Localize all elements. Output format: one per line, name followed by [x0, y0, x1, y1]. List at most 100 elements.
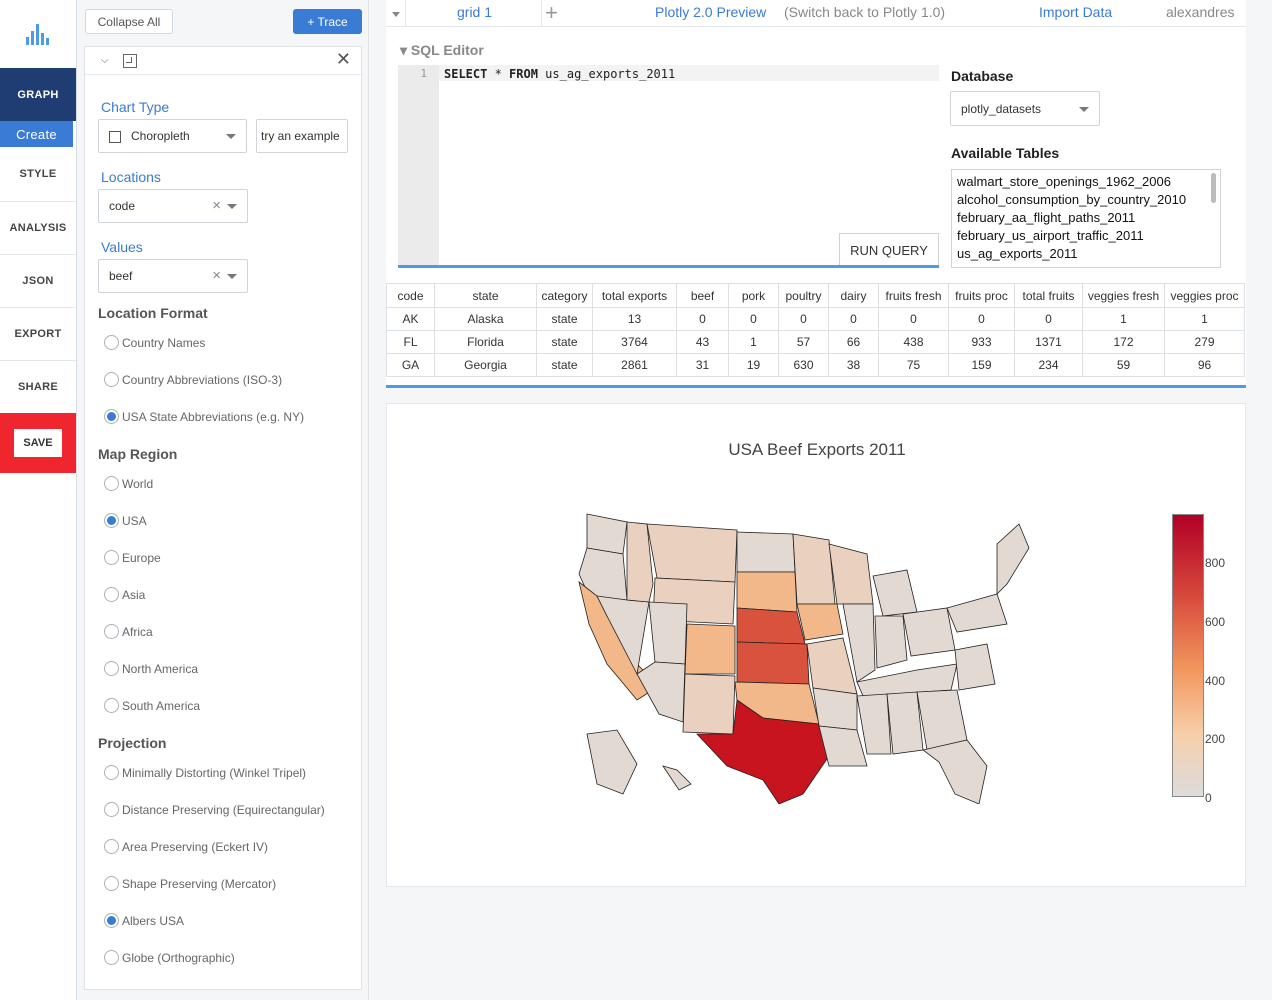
- table-cell[interactable]: 57: [778, 330, 829, 354]
- table-cell[interactable]: 172: [1082, 330, 1165, 354]
- nav-share[interactable]: SHARE: [0, 361, 76, 414]
- table-cell[interactable]: 0: [778, 307, 829, 331]
- location-format-radio[interactable]: USA State Abbreviations (e.g. NY): [104, 409, 304, 424]
- state-wi[interactable]: [828, 543, 874, 605]
- state-wa[interactable]: [586, 513, 628, 555]
- sql-code-editor[interactable]: 1 SELECT * FROM us_ag_exports_2011 RUN Q…: [398, 65, 939, 267]
- location-format-radio[interactable]: Country Abbreviations (ISO-3): [104, 372, 282, 387]
- projection-radio[interactable]: Albers USA: [104, 913, 184, 928]
- clear-icon[interactable]: ×: [212, 197, 221, 214]
- table-cell[interactable]: 3764: [592, 330, 677, 354]
- table-option[interactable]: alcohol_consumption_by_country_2010: [957, 191, 1220, 209]
- state-ar[interactable]: [812, 687, 858, 731]
- radio-circle-icon[interactable]: [104, 765, 119, 780]
- column-header[interactable]: total fruits: [1014, 283, 1083, 308]
- map-region-radio[interactable]: USA: [104, 513, 147, 528]
- clear-icon[interactable]: ×: [212, 267, 221, 284]
- table-cell[interactable]: 0: [728, 307, 779, 331]
- table-cell[interactable]: 1: [728, 330, 779, 354]
- state-ga[interactable]: [916, 689, 968, 751]
- plotly-preview-link[interactable]: Plotly 2.0 Preview: [655, 4, 766, 20]
- table-cell[interactable]: 43: [676, 330, 729, 354]
- nav-export[interactable]: EXPORT: [0, 308, 76, 361]
- import-data-link[interactable]: Import Data: [1039, 4, 1112, 20]
- column-header[interactable]: poultry: [778, 283, 829, 308]
- table-cell[interactable]: 1: [1082, 307, 1165, 331]
- available-tables-list[interactable]: walmart_store_openings_1962_2006 alcohol…: [951, 169, 1221, 268]
- tab-grid-1[interactable]: grid 1: [457, 4, 492, 20]
- table-cell[interactable]: 31: [676, 353, 729, 377]
- sql-query-text[interactable]: SELECT * FROM us_ag_exports_2011: [444, 67, 675, 81]
- run-query-button[interactable]: RUN QUERY: [839, 233, 939, 267]
- state-new-england[interactable]: [996, 523, 1030, 595]
- values-select[interactable]: beef ×: [98, 259, 248, 293]
- try-example-button[interactable]: try an example: [256, 119, 348, 153]
- radio-circle-icon[interactable]: [104, 624, 119, 639]
- table-cell[interactable]: 0: [1014, 307, 1083, 331]
- nav-graph[interactable]: GRAPH: [0, 68, 76, 121]
- table-cell[interactable]: FL: [386, 330, 435, 354]
- map-region-radio[interactable]: Asia: [104, 587, 145, 602]
- state-nd[interactable]: [736, 531, 796, 573]
- sql-editor-title[interactable]: ▾ SQL Editor: [400, 42, 484, 59]
- state-va-nc[interactable]: [954, 643, 996, 691]
- map-region-radio[interactable]: North America: [104, 661, 198, 676]
- state-mt[interactable]: [646, 523, 738, 583]
- state-ut[interactable]: [648, 601, 688, 665]
- locations-select[interactable]: code ×: [98, 189, 248, 223]
- table-cell[interactable]: 66: [828, 330, 879, 354]
- table-cell[interactable]: 0: [948, 307, 1015, 331]
- state-co[interactable]: [684, 623, 736, 675]
- projection-radio[interactable]: Globe (Orthographic): [104, 950, 235, 965]
- table-cell[interactable]: 438: [878, 330, 949, 354]
- add-tab-icon[interactable]: +: [545, 0, 558, 26]
- column-header[interactable]: beef: [676, 283, 729, 308]
- data-grid[interactable]: code state category total exports beef pork po…: [386, 283, 1246, 388]
- table-cell[interactable]: 630: [778, 353, 829, 377]
- projection-radio[interactable]: Distance Preserving (Equirectangular): [104, 802, 325, 817]
- table-cell[interactable]: 75: [878, 353, 949, 377]
- table-option[interactable]: walmart_store_openings_1962_2006: [957, 173, 1220, 191]
- table-cell[interactable]: 1: [1164, 307, 1245, 331]
- table-cell[interactable]: 0: [828, 307, 879, 331]
- state-al[interactable]: [886, 691, 924, 755]
- column-header[interactable]: veggies fresh: [1082, 283, 1165, 308]
- column-header[interactable]: state: [434, 283, 537, 308]
- state-hi[interactable]: [662, 765, 692, 791]
- state-ne[interactable]: [736, 607, 806, 645]
- radio-circle-icon[interactable]: [104, 372, 119, 387]
- tab-menu-chevron-icon[interactable]: [386, 0, 406, 27]
- column-header[interactable]: fruits fresh: [878, 283, 949, 308]
- user-name[interactable]: alexandres: [1166, 4, 1235, 20]
- map-region-radio[interactable]: World: [104, 476, 153, 491]
- nav-style[interactable]: STYLE: [0, 147, 76, 202]
- radio-circle-icon[interactable]: [104, 335, 119, 350]
- table-cell[interactable]: 59: [1082, 353, 1165, 377]
- radio-circle-icon[interactable]: [104, 513, 119, 528]
- table-cell[interactable]: 96: [1164, 353, 1245, 377]
- table-cell[interactable]: 279: [1164, 330, 1245, 354]
- table-cell[interactable]: Alaska: [434, 307, 537, 331]
- column-header[interactable]: category: [536, 283, 593, 308]
- table-cell[interactable]: 0: [878, 307, 949, 331]
- table-cell[interactable]: 2861: [592, 353, 677, 377]
- radio-circle-icon[interactable]: [104, 698, 119, 713]
- state-ms[interactable]: [856, 693, 892, 755]
- column-header[interactable]: code: [386, 283, 435, 308]
- projection-radio[interactable]: Area Preserving (Eckert IV): [104, 839, 268, 854]
- projection-radio[interactable]: Minimally Distorting (Winkel Tripel): [104, 765, 306, 780]
- state-fl[interactable]: [922, 739, 988, 804]
- table-cell[interactable]: 38: [828, 353, 879, 377]
- state-in[interactable]: [874, 615, 908, 669]
- state-sd[interactable]: [736, 571, 798, 613]
- table-option[interactable]: february_us_airport_traffic_2011: [957, 227, 1220, 245]
- radio-circle-icon[interactable]: [104, 913, 119, 928]
- column-header[interactable]: pork: [728, 283, 779, 308]
- state-ia[interactable]: [796, 603, 844, 641]
- radio-circle-icon[interactable]: [104, 876, 119, 891]
- map-region-radio[interactable]: Africa: [104, 624, 153, 639]
- save-button[interactable]: SAVE: [14, 429, 62, 457]
- database-select[interactable]: plotly_datasets: [950, 91, 1100, 126]
- scrollbar[interactable]: [1211, 173, 1216, 203]
- state-oh[interactable]: [902, 607, 956, 657]
